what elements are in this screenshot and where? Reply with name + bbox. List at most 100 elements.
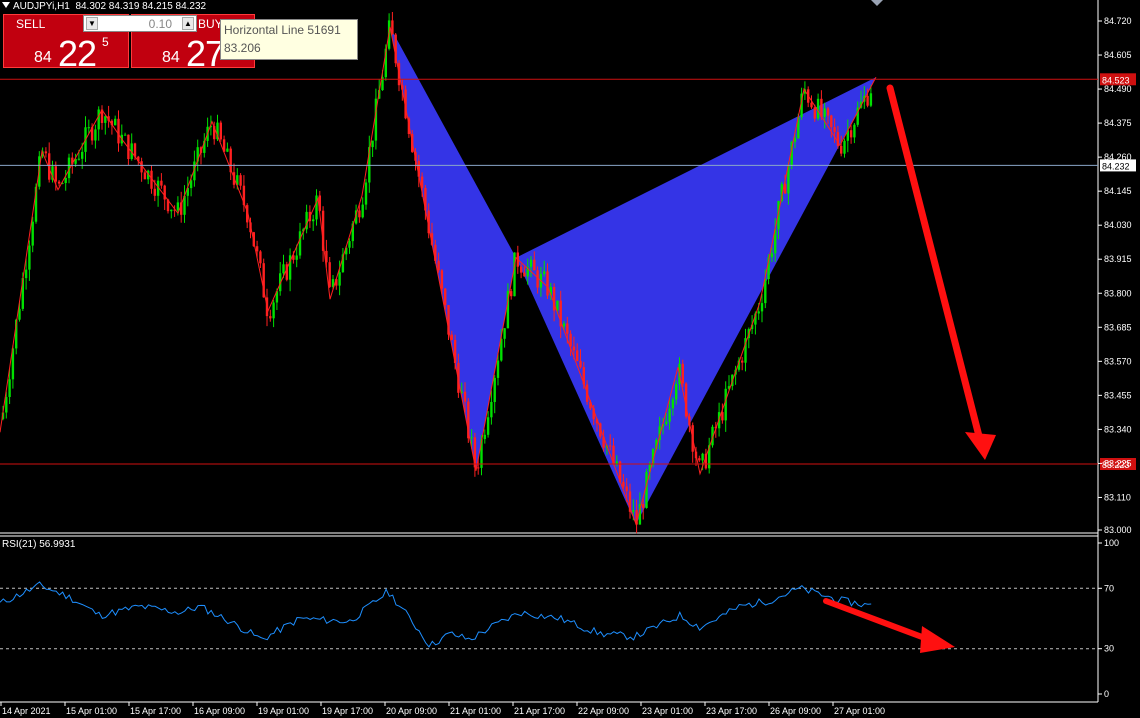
lot-increase-icon[interactable]: ▲: [182, 17, 194, 30]
candle: [279, 262, 282, 296]
candle-body: [546, 271, 549, 296]
candle-body: [566, 323, 569, 334]
candle: [483, 429, 486, 444]
candle-body: [298, 231, 302, 256]
candle-body: [849, 130, 853, 138]
candle-body: [843, 140, 846, 154]
price-area-frame: [0, 0, 1099, 703]
candle: [724, 381, 727, 432]
candle: [272, 299, 275, 328]
candle-body: [665, 421, 668, 424]
lot-decrease-icon[interactable]: ▼: [86, 17, 98, 30]
candle: [364, 178, 368, 210]
candle-body: [833, 127, 836, 133]
candle: [186, 176, 189, 207]
rsi-title: RSI(21) 56.9931: [2, 539, 76, 550]
buy-label: BUY: [198, 17, 223, 31]
candle-body: [810, 102, 813, 108]
candle: [328, 257, 331, 288]
candle-body: [543, 271, 546, 274]
candle-body: [483, 434, 486, 440]
one-click-trading-panel: SELL 84 22 5 BUY 84 27 ▼ 0.10 ▲: [3, 14, 255, 74]
symbol-label: AUDJPYi,H1: [13, 1, 70, 12]
candle: [493, 375, 496, 414]
dropdown-triangle-icon[interactable]: [2, 2, 10, 8]
candle: [160, 173, 163, 189]
bid-price-label: 84.232: [1102, 161, 1130, 171]
candle-body: [328, 262, 331, 287]
time-tick-label: 22 Apr 09:00: [578, 706, 629, 716]
candle-body: [741, 360, 744, 363]
candle: [259, 250, 262, 268]
candle-body: [681, 363, 684, 384]
candle-body: [24, 269, 28, 279]
candle-body: [239, 175, 242, 186]
candle-body: [675, 384, 678, 400]
candle-body: [114, 118, 117, 126]
candle-body: [840, 146, 843, 154]
candle: [371, 140, 374, 157]
candle-body: [153, 188, 156, 196]
candle: [147, 169, 150, 185]
candle-body: [255, 246, 259, 252]
candle-body: [632, 510, 635, 512]
sell-price-prefix: 84: [34, 49, 52, 66]
candle: [170, 209, 173, 219]
tooltip-line-value: 83.206: [224, 41, 261, 55]
candle-body: [44, 151, 48, 154]
candle: [44, 147, 48, 158]
time-tick-label: 27 Apr 01:00: [834, 706, 885, 716]
candle-body: [143, 172, 147, 180]
candle-body: [444, 288, 447, 305]
scroll-marker-icon[interactable]: [871, 0, 883, 6]
candle-body: [117, 118, 120, 144]
candle-body: [698, 458, 701, 461]
candle: [391, 12, 394, 35]
candle-body: [615, 461, 618, 464]
price-tick-label: 84.490: [1104, 84, 1132, 94]
candle: [741, 357, 744, 371]
candle: [48, 142, 51, 183]
candle-body: [97, 109, 100, 130]
candle-body: [523, 272, 526, 277]
candle-body: [562, 323, 566, 327]
price-tick-label: 83.685: [1104, 322, 1132, 332]
candle-body: [816, 98, 820, 119]
candle-body: [823, 108, 826, 117]
candle: [361, 197, 364, 219]
candle-body: [503, 328, 506, 339]
candle-body: [642, 504, 645, 508]
candle: [510, 288, 513, 300]
harmonic-triangle-xab: [390, 26, 516, 471]
candle-body: [701, 453, 704, 461]
price-chart[interactable]: 84.52383.22384.232 84.72084.60584.49084.…: [0, 0, 1140, 718]
rsi-down-arrow: [823, 598, 955, 653]
lot-size-input[interactable]: ▼ 0.10 ▲: [83, 15, 197, 32]
candle-body: [259, 251, 262, 264]
price-axis: 84.720 84.605 84.490 84.375 84.260 84.145 84.0…: [1098, 16, 1132, 535]
time-tick-label: 23 Apr 17:00: [706, 706, 757, 716]
candle: [123, 132, 127, 136]
candle-body: [510, 291, 513, 297]
buy-price-prefix: 84: [162, 49, 180, 66]
candle-body: [496, 360, 500, 378]
candle: [94, 124, 97, 149]
candle-body: [622, 481, 625, 487]
candle: [100, 105, 104, 130]
time-tick-label: 15 Apr 01:00: [66, 706, 117, 716]
candle-body: [358, 210, 361, 218]
candle-body: [170, 209, 173, 212]
time-tick-label: 19 Apr 01:00: [258, 706, 309, 716]
chart-header: AUDJPYi,H1 84.302 84.319 84.215 84.232: [2, 1, 206, 12]
candle: [315, 189, 318, 226]
candle-body: [269, 316, 272, 319]
tooltip-line-name: Horizontal Line 51691: [224, 23, 341, 37]
candle-body: [123, 134, 127, 136]
price-tick-label: 83.915: [1104, 254, 1132, 264]
candle-body: [533, 259, 536, 271]
time-tick-label: 16 Apr 09:00: [194, 706, 245, 716]
candle-body: [645, 472, 648, 508]
candle-body: [104, 116, 107, 123]
candle-body: [81, 151, 84, 159]
candle-body: [490, 402, 493, 418]
